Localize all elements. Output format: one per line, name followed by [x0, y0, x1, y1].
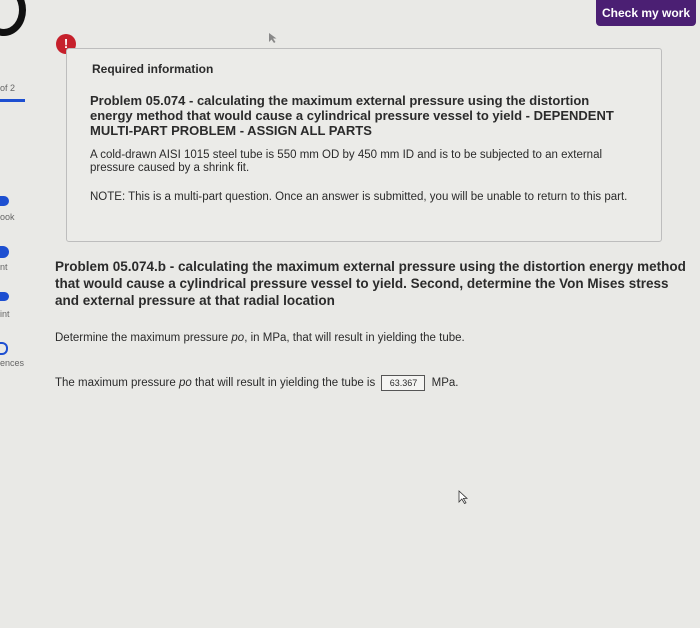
progress-bar: [0, 99, 25, 102]
problem-title: Problem 05.074 - calculating the maximum…: [90, 93, 614, 138]
mouse-pointer-icon: [458, 490, 468, 504]
answer-variable: po: [178, 377, 192, 390]
sidebar-item-hint[interactable]: nt: [0, 262, 8, 272]
prompt-suffix: , in MPa, that will result in yielding t…: [244, 332, 465, 344]
answer-unit: MPa.: [431, 377, 459, 390]
pressure-variable: po: [231, 332, 245, 344]
sidebar: of 2 ook nt int ences: [0, 0, 30, 628]
required-information-title: Required information: [92, 62, 214, 76]
required-information-box: [66, 48, 662, 242]
note-text: NOTE: This is a multi-part question. Onc…: [90, 191, 628, 203]
sidebar-item-references[interactable]: ences: [0, 358, 24, 368]
answer-row: The maximum pressure po that will result…: [55, 375, 459, 391]
answer-mid: that will result in yielding the tube is: [191, 377, 376, 390]
problem-statement: A cold-drawn AISI 1015 steel tube is 550…: [90, 149, 603, 174]
part-b-title: Problem 05.074.b - calculating the maxim…: [55, 259, 686, 308]
answer-prefix: The maximum pressure: [55, 377, 179, 390]
answer-input[interactable]: 63.367: [381, 375, 426, 391]
prompt-prefix: Determine the maximum pressure: [55, 332, 232, 344]
check-my-work-button[interactable]: Check my work: [596, 0, 696, 26]
references-icon[interactable]: [0, 342, 8, 355]
sidebar-item-print[interactable]: int: [0, 309, 10, 319]
mouse-cursor-icon: [269, 33, 277, 43]
print-icon[interactable]: [0, 292, 9, 301]
hint-icon[interactable]: [0, 246, 9, 258]
page-indicator: of 2: [0, 83, 16, 93]
sidebar-item-ebook[interactable]: ook: [0, 212, 15, 222]
question-prompt: Determine the maximum pressure po, in MP…: [55, 332, 465, 344]
ebook-icon[interactable]: [0, 196, 9, 206]
